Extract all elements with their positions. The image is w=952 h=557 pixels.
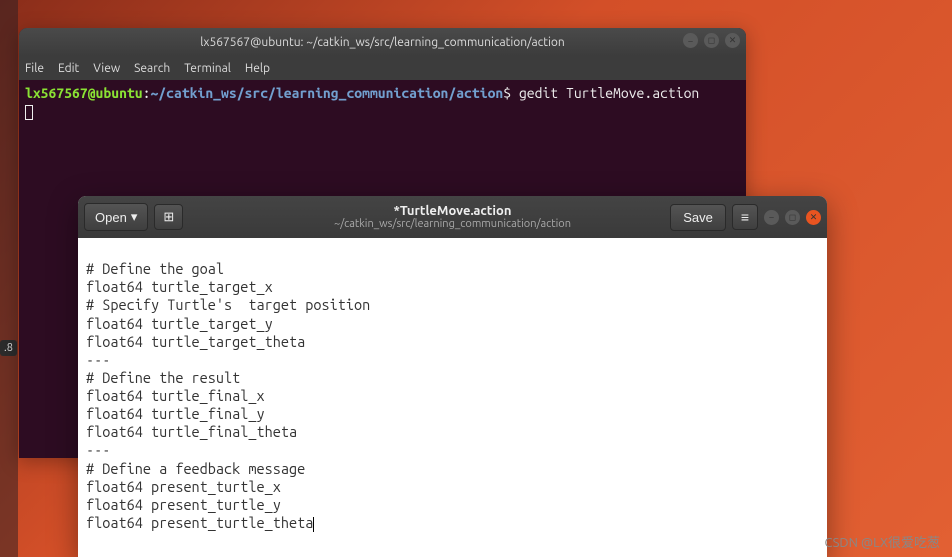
- menu-terminal[interactable]: Terminal: [184, 62, 231, 75]
- new-document-icon: ⊞: [163, 209, 174, 224]
- gedit-text-area[interactable]: # Define the goal float64 turtle_target_…: [78, 238, 827, 557]
- menu-search[interactable]: Search: [134, 62, 170, 75]
- chevron-down-icon: ▾: [131, 209, 138, 225]
- code-line: float64 present_turtle_theta: [86, 514, 313, 531]
- launcher-bar: .8: [0, 0, 18, 557]
- close-button[interactable]: ✕: [725, 33, 740, 48]
- hamburger-menu-button[interactable]: ≡: [732, 204, 758, 230]
- gedit-maximize-button[interactable]: ◻: [785, 210, 800, 225]
- terminal-title: lx567567@ubuntu: ~/catkin_ws/src/learnin…: [200, 36, 565, 49]
- open-label: Open: [95, 210, 127, 225]
- code-line: ---: [86, 441, 110, 458]
- gedit-minimize-button[interactable]: –: [764, 210, 779, 225]
- terminal-cursor: [25, 105, 33, 120]
- code-line: float64 turtle_target_theta: [86, 333, 305, 350]
- code-line: # Define the result: [86, 369, 240, 386]
- code-line: ---: [86, 351, 110, 368]
- launcher-badge: .8: [0, 340, 17, 356]
- code-line: float64 present_turtle_x: [86, 478, 281, 495]
- code-line: float64 turtle_target_y: [86, 315, 273, 332]
- menu-file[interactable]: File: [25, 62, 44, 75]
- terminal-menubar: File Edit View Search Terminal Help: [19, 56, 746, 80]
- new-document-button[interactable]: ⊞: [154, 204, 183, 230]
- terminal-body[interactable]: lx567567@ubuntu:~/catkin_ws/src/learning…: [19, 80, 746, 126]
- gedit-window: Open ▾ ⊞ *TurtleMove.action ~/catkin_ws/…: [78, 196, 827, 557]
- menu-view[interactable]: View: [93, 62, 120, 75]
- maximize-button[interactable]: ◻: [704, 33, 719, 48]
- prompt-sep2: $: [503, 85, 511, 101]
- prompt-user: lx567567@ubuntu: [25, 85, 143, 101]
- code-line: float64 turtle_final_x: [86, 387, 265, 404]
- hamburger-icon: ≡: [741, 209, 749, 225]
- gedit-header-right: Save ≡ – ◻ ✕: [670, 204, 821, 231]
- open-button[interactable]: Open ▾: [84, 203, 148, 231]
- code-line: float64 turtle_final_theta: [86, 423, 297, 440]
- code-line: float64 turtle_final_y: [86, 405, 265, 422]
- code-line: float64 turtle_target_x: [86, 278, 273, 295]
- menu-edit[interactable]: Edit: [58, 62, 79, 75]
- save-button[interactable]: Save: [670, 204, 726, 231]
- menu-help[interactable]: Help: [245, 62, 270, 75]
- code-line: # Specify Turtle's target position: [86, 296, 370, 313]
- minimize-button[interactable]: –: [683, 33, 698, 48]
- terminal-titlebar[interactable]: lx567567@ubuntu: ~/catkin_ws/src/learnin…: [19, 28, 746, 56]
- text-cursor: [313, 517, 314, 532]
- window-controls: – ◻ ✕: [683, 33, 740, 48]
- prompt-path: ~/catkin_ws/src/learning_communication/a…: [150, 85, 503, 101]
- code-line: # Define the goal: [86, 260, 224, 277]
- watermark: CSDN @LX很爱吃葱: [824, 532, 940, 551]
- code-line: float64 present_turtle_y: [86, 496, 281, 513]
- gedit-close-button[interactable]: ✕: [806, 210, 821, 225]
- gedit-headerbar[interactable]: Open ▾ ⊞ *TurtleMove.action ~/catkin_ws/…: [78, 196, 827, 238]
- prompt-command: gedit TurtleMove.action: [511, 85, 699, 101]
- code-line: # Define a feedback message: [86, 460, 305, 477]
